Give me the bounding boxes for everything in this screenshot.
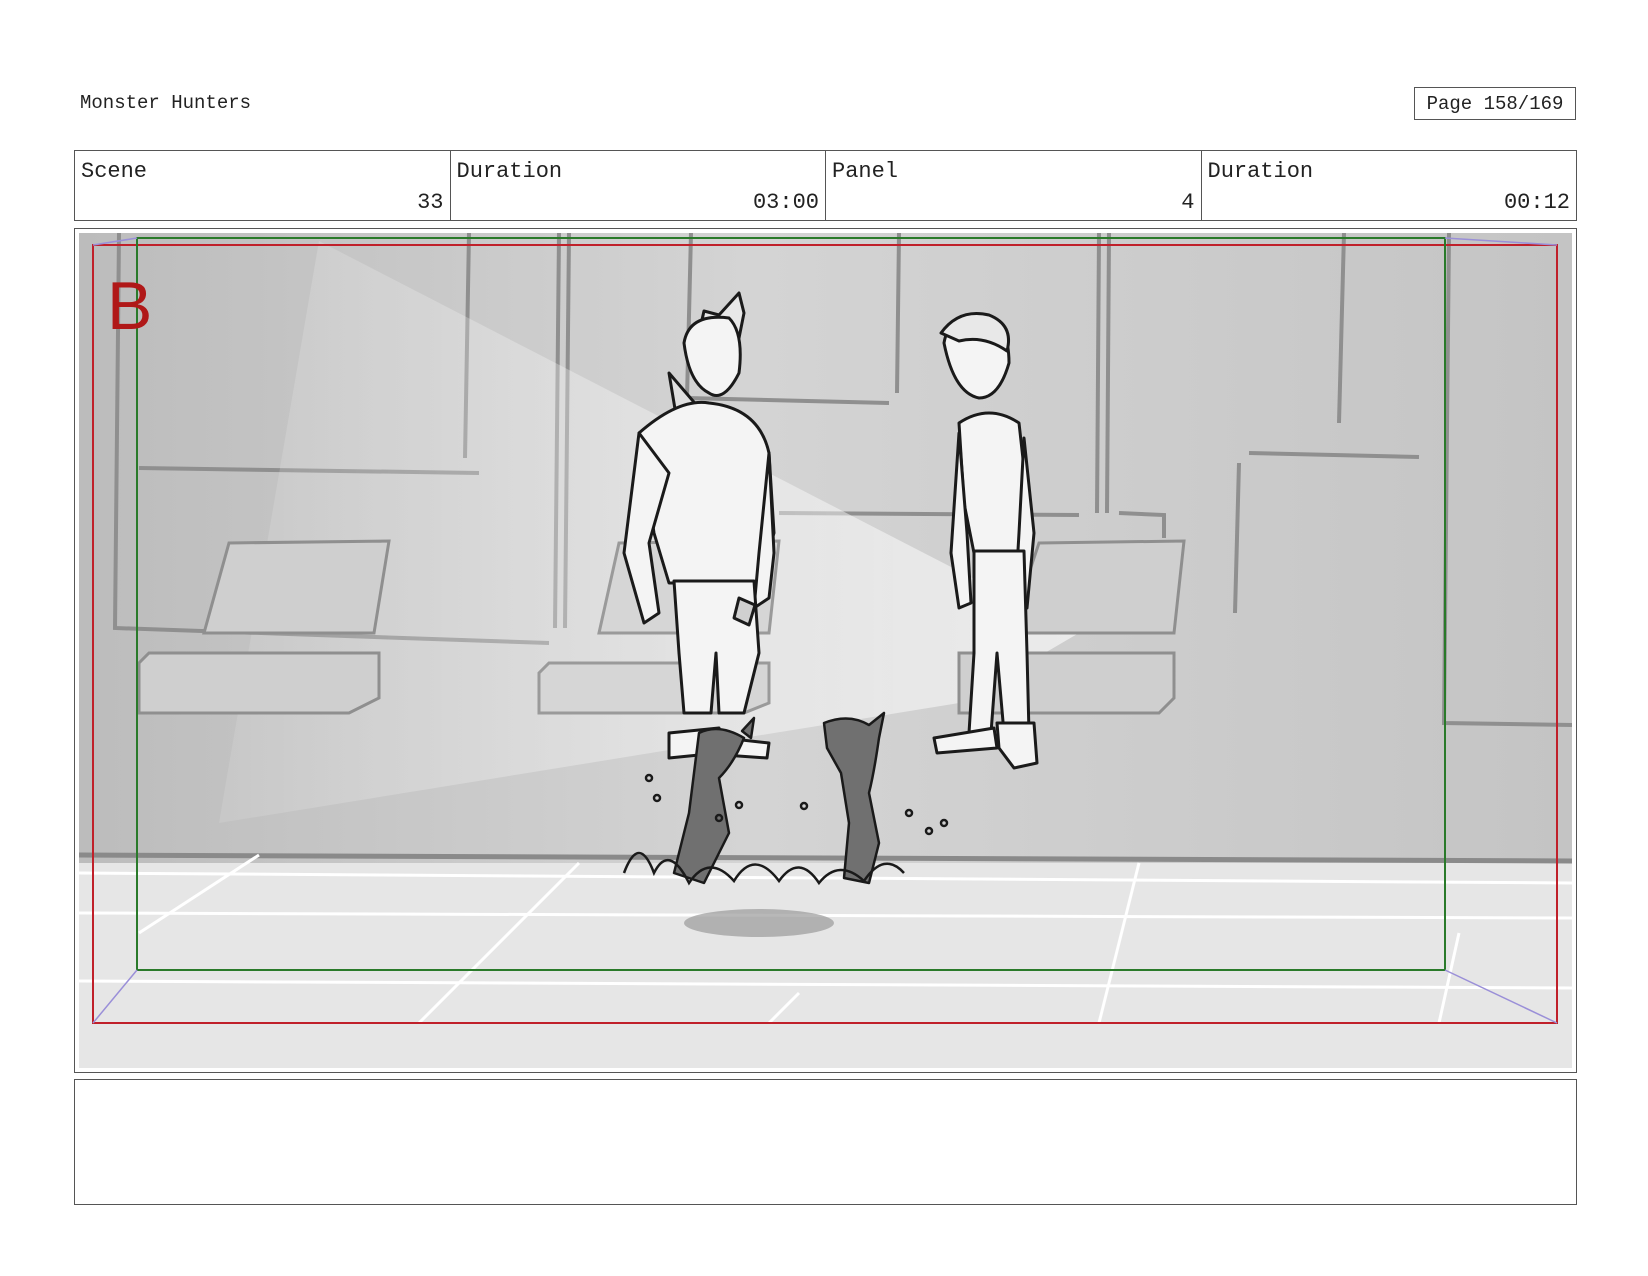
panel-cell: Panel 4 [826, 151, 1202, 220]
scene-cell: Scene 33 [75, 151, 451, 220]
panel-marker: B [107, 268, 152, 344]
panel-drawing: B [79, 233, 1572, 1068]
notes-box [74, 1079, 1577, 1205]
panel-duration-label: Duration [1207, 159, 1314, 184]
panel-label: Panel [832, 159, 899, 184]
panel-duration-cell: Duration 00:12 [1202, 151, 1577, 220]
storyboard-panel: B [74, 228, 1577, 1073]
panel-value: 4 [1181, 190, 1195, 215]
info-row: Scene 33 Duration 03:00 Panel 4 Duration… [74, 150, 1577, 221]
scene-value: 33 [417, 190, 444, 215]
page-number: Page 158/169 [1414, 87, 1576, 120]
scene-duration-cell: Duration 03:00 [451, 151, 826, 220]
scene-label: Scene [81, 159, 148, 184]
scene-duration-label: Duration [456, 159, 563, 184]
panel-duration-value: 00:12 [1503, 190, 1570, 215]
project-title: Monster Hunters [80, 92, 252, 114]
puddle-shadow [684, 909, 834, 937]
scene-duration-value: 03:00 [752, 190, 819, 215]
floor [79, 863, 1572, 1068]
